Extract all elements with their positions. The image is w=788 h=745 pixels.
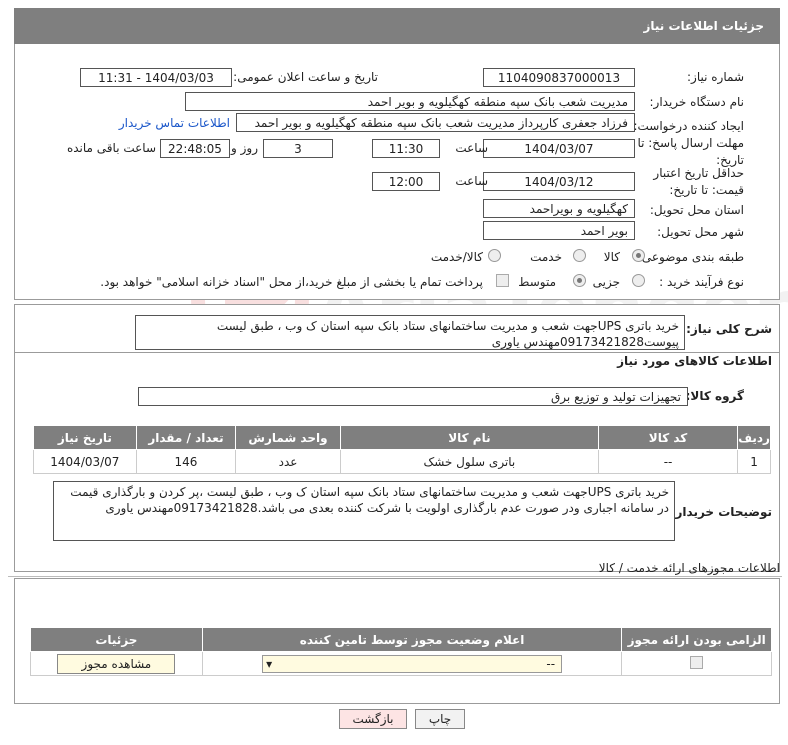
permit-status-value: -- (546, 656, 556, 671)
treasury-payment-note: پرداخت تمام یا بخشی از مبلغ خرید،از محل … (100, 275, 483, 289)
process-medium-radio[interactable] (573, 274, 586, 287)
col-row: ردیف (737, 425, 771, 450)
deadline-label: مهلت ارسال پاسخ: تا تاریخ: (637, 136, 744, 167)
announce-date-label: تاریخ و ساعت اعلان عمومی: (233, 70, 378, 84)
goods-table: تاریخ نیاز تعداد / مقدار واحد شمارش نام … (33, 425, 771, 474)
category-label: طبقه بندی موضوعی: (637, 250, 744, 264)
summary-textarea[interactable]: خرید باتری UPSجهت شعب و مدیریت ساختمانها… (135, 315, 685, 350)
cell-permit-required (621, 651, 772, 676)
deadline-date-field: 1404/03/07 (483, 139, 635, 158)
province-field: کهگیلویه و بویراحمد (483, 199, 635, 218)
creator-field: فرزاد جعفری کارپرداز مدیریت شعب بانک سپه… (236, 113, 635, 132)
category-goods-radio[interactable] (632, 249, 645, 262)
permit-required-checkbox (690, 655, 704, 669)
view-permit-button[interactable]: مشاهده مجوز (57, 653, 176, 674)
page-title: جزئیات اطلاعات نیاز (643, 19, 764, 33)
permits-divider (8, 576, 782, 577)
summary-label: شرح کلی نیاز: (686, 322, 772, 336)
buyer-contact-link[interactable]: اطلاعات تماس خریدار (119, 116, 230, 130)
category-service-label: خدمت (530, 250, 562, 264)
buyer-notes-textarea[interactable]: خرید باتری UPSجهت شعب و مدیریت ساختمانها… (53, 481, 675, 541)
creator-label: ایجاد کننده درخواست: (633, 119, 744, 133)
table-row: مشاهده مجوز -- ▾ (30, 651, 772, 676)
validity-date-field: 1404/03/12 (483, 172, 635, 191)
buyer-org-label: نام دستگاه خریدار: (649, 95, 745, 109)
buyer-notes-label: توضیحات خریدار: (670, 505, 772, 519)
city-label: شهر محل تحویل: (657, 225, 744, 239)
validity-time-field: 12:00 (372, 172, 440, 191)
need-number-label: شماره نیاز: (687, 70, 744, 84)
city-field: بویر احمد (483, 221, 635, 240)
treasury-payment-checkbox[interactable] (496, 274, 509, 287)
goods-group-label: گروه کالا: (685, 389, 744, 403)
category-both-radio[interactable] (488, 249, 501, 262)
cell-need-date: 1404/03/07 (33, 449, 137, 474)
col-permit-status: اعلام وضعیت مجوز توسط تامین کننده (201, 627, 623, 652)
cell-quantity: 146 (135, 449, 237, 474)
print-button[interactable]: چاپ (415, 709, 465, 729)
province-label: استان محل تحویل: (649, 203, 744, 217)
process-medium-label: متوسط (518, 275, 556, 289)
permit-status-select[interactable]: -- ▾ (262, 654, 563, 673)
permits-table: جزئیات اعلام وضعیت مجوز توسط تامین کننده… (30, 627, 772, 676)
col-goods-name: نام کالا (339, 425, 600, 450)
col-goods-code: کد کالا (597, 425, 739, 450)
category-goods-label: کالا (603, 250, 620, 264)
chevron-down-icon: ▾ (266, 656, 273, 671)
days-field: 3 (263, 139, 333, 158)
cell-permit-status: -- ▾ (201, 651, 623, 676)
col-unit: واحد شمارش (235, 425, 341, 450)
cell-goods-name: باتری سلول خشک (339, 449, 600, 474)
remaining-time-field: 22:48:05 (160, 139, 230, 158)
process-partial-radio[interactable] (632, 274, 645, 287)
process-type-label: نوع فرآیند خرید : (659, 275, 744, 289)
days-label: روز و (231, 141, 258, 155)
process-partial-label: جزیی (592, 275, 620, 289)
category-service-radio[interactable] (573, 249, 586, 262)
deadline-time-field: 11:30 (372, 139, 440, 158)
deadline-time-label: ساعت (455, 141, 488, 155)
table-row: 1404/03/07 146 عدد باتری سلول خشک -- 1 (33, 449, 771, 474)
announce-date-field: 1404/03/03 - 11:31 (80, 68, 232, 87)
validity-label: حداقل تاریخ اعتبار قیمت: تا تاریخ: (653, 166, 744, 197)
back-button[interactable]: بازگشت (339, 709, 407, 729)
validity-time-label: ساعت (455, 174, 488, 188)
col-permit-required: الزامی بودن ارائه مجوز (621, 627, 772, 652)
cell-unit: عدد (235, 449, 341, 474)
col-need-date: تاریخ نیاز (33, 425, 137, 450)
permits-title: اطلاعات مجوزهای ارائه خدمت / کالا (598, 561, 780, 575)
goods-group-field: تجهیزات تولید و توزیع برق (138, 387, 688, 406)
col-details: جزئیات (30, 627, 203, 652)
col-quantity: تعداد / مقدار (135, 425, 237, 450)
remaining-time-label: ساعت باقی مانده (66, 141, 156, 155)
need-number-field: 1104090837000013 (483, 68, 635, 87)
panel-title-bar: جزئیات اطلاعات نیاز (14, 8, 780, 44)
cell-details: مشاهده مجوز (30, 651, 203, 676)
goods-section-title: اطلاعات کالاهای مورد نیاز (617, 354, 772, 368)
category-both-label: کالا/خدمت (430, 250, 483, 264)
cell-goods-code: -- (597, 449, 739, 474)
buyer-org-field: مدیریت شعب بانک سپه منطقه کهگیلویه و بوی… (185, 92, 635, 111)
cell-row: 1 (737, 449, 771, 474)
